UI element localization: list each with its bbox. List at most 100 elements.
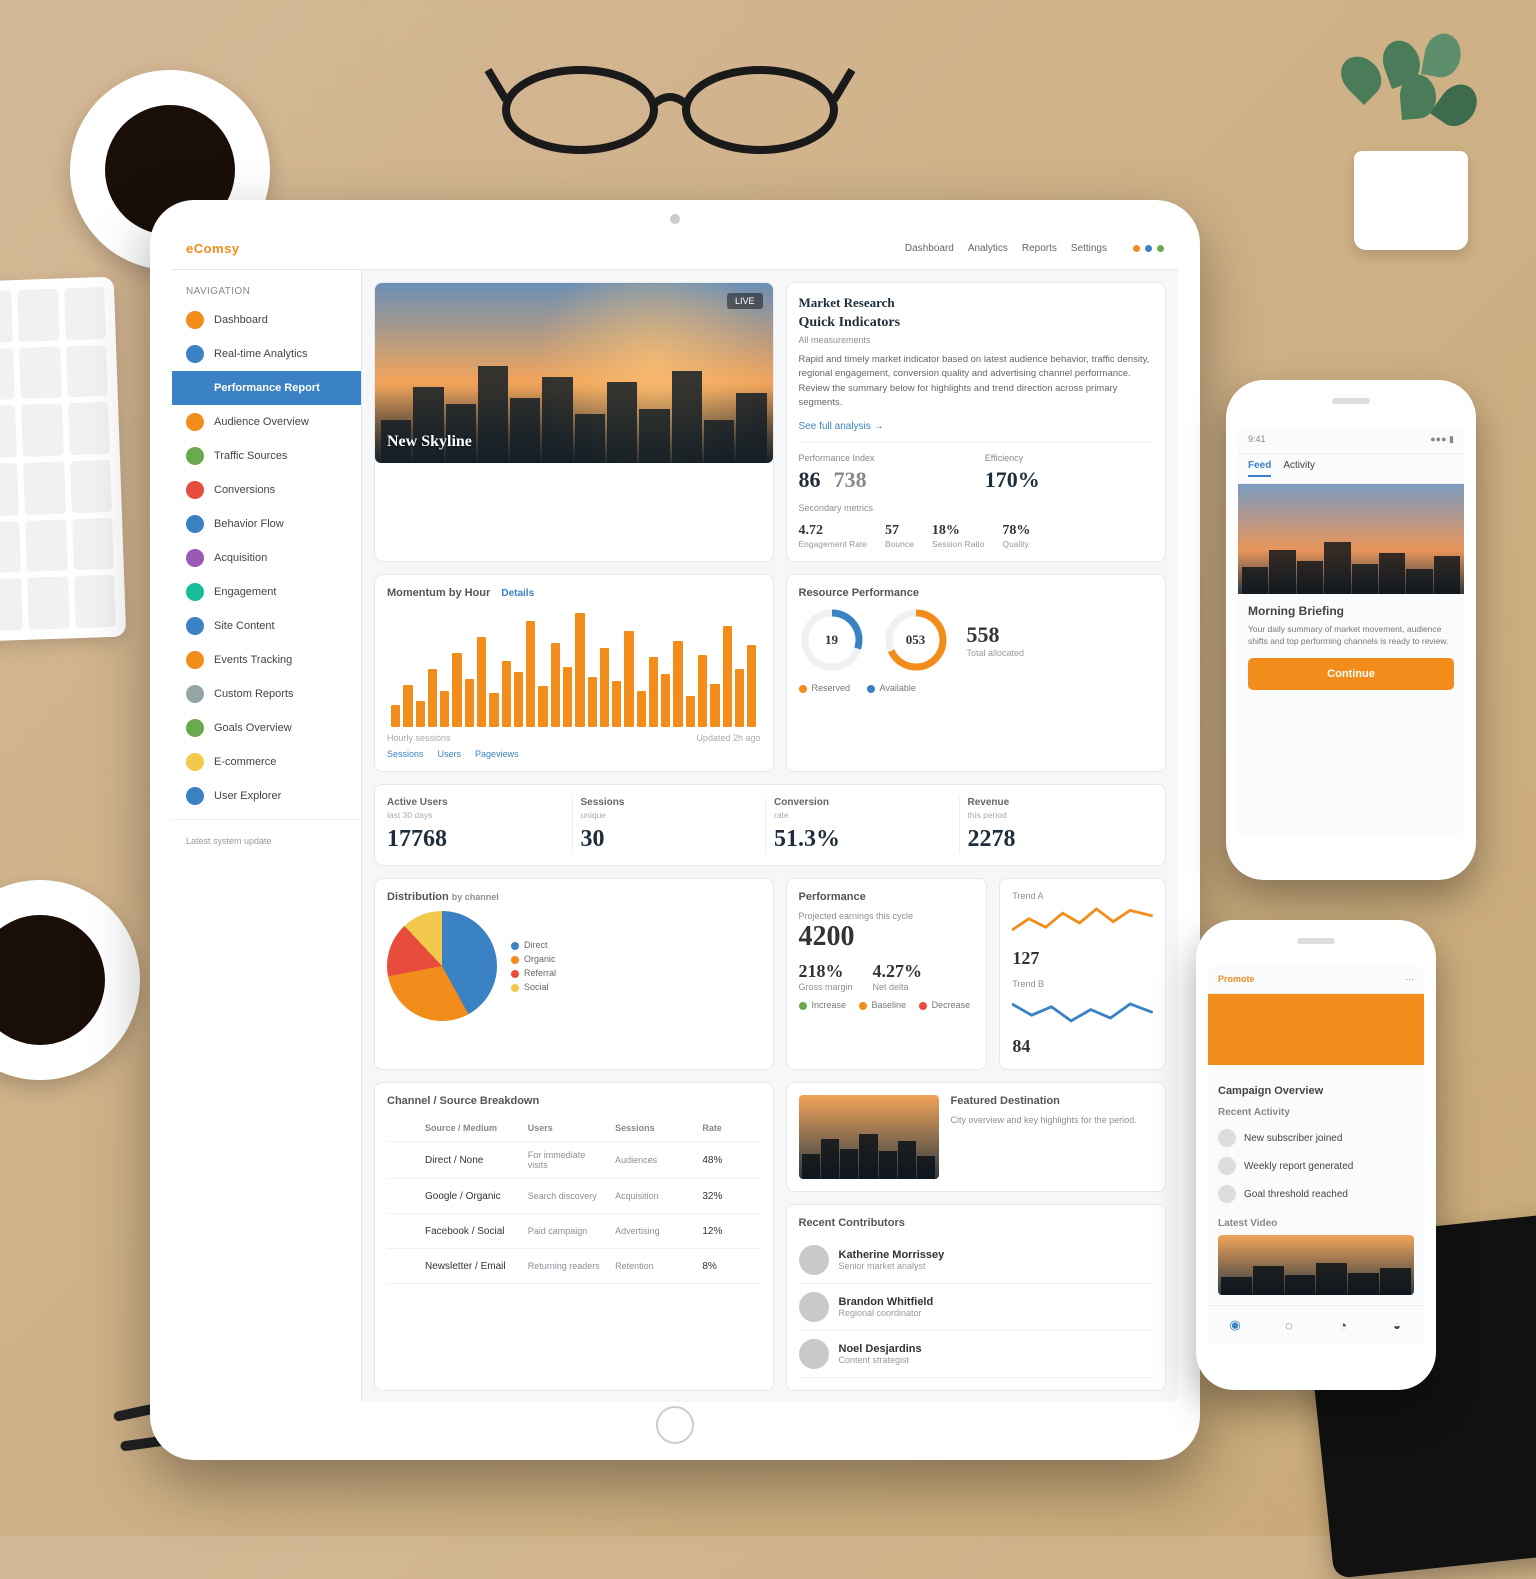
feature-subtitle: Quick Indicators xyxy=(799,315,1154,331)
table-row[interactable]: Newsletter / EmailReturning readersReten… xyxy=(387,1249,761,1284)
table-row[interactable]: Facebook / SocialPaid campaignAdvertisin… xyxy=(387,1214,761,1249)
feature-link[interactable]: See full analysis → xyxy=(799,421,884,432)
sidebar-item[interactable]: Conversions xyxy=(172,473,361,507)
chart-title: Momentum by Hour xyxy=(387,587,490,599)
phone-device-2: Promote⋯ Campaign Overview Recent Activi… xyxy=(1196,920,1436,1390)
list-item[interactable]: Weekly report generated xyxy=(1218,1152,1414,1180)
brand-logo[interactable]: eComsy xyxy=(186,241,240,256)
feature-card: Market Research Quick Indicators All mea… xyxy=(786,282,1167,562)
bullet-icon xyxy=(1218,1185,1236,1203)
sidebar-item[interactable]: Real-time Analytics xyxy=(172,337,361,371)
phone-bottom-nav: ◉ ◌ ◔ ◒ xyxy=(1208,1305,1424,1344)
sidebar-item[interactable]: Traffic Sources xyxy=(172,439,361,473)
phone-desc: Your daily summary of market movement, a… xyxy=(1248,624,1454,648)
sidebar: Navigation DashboardReal-time AnalyticsP… xyxy=(172,270,362,1402)
phone-status-bar: 9:41●●● ▮ xyxy=(1238,426,1464,454)
sidebar-item[interactable]: Audience Overview xyxy=(172,405,361,439)
sidebar-item-label: Engagement xyxy=(214,586,276,598)
stat-block: Revenuethis period2278 xyxy=(968,797,1154,853)
sidebar-item[interactable]: Goals Overview xyxy=(172,711,361,745)
sidebar-item-icon xyxy=(186,787,204,805)
stat-block: Active Userslast 30 days17768 xyxy=(387,797,573,853)
table-card: Channel / Source Breakdown Source / Medi… xyxy=(374,1082,774,1391)
feature-desc: Rapid and timely market indicator based … xyxy=(799,353,1154,410)
phone-video-thumb[interactable] xyxy=(1218,1235,1414,1295)
phone-cta-button[interactable]: Continue xyxy=(1248,658,1454,690)
pie-chart xyxy=(387,911,497,1021)
sidebar-item-label: E-commerce xyxy=(214,756,276,768)
sidebar-item[interactable]: Dashboard xyxy=(172,303,361,337)
mini-metric: 18%Session Ratio xyxy=(932,523,984,549)
table-row[interactable]: Direct / NoneFor immediate visitsAudienc… xyxy=(387,1142,761,1179)
phone-tabs: Feed Activity xyxy=(1238,454,1464,484)
person-row[interactable]: Katherine MorrisseySenior market analyst xyxy=(799,1237,1154,1284)
sidebar-item[interactable]: Events Tracking xyxy=(172,643,361,677)
legend-item: Direct xyxy=(511,940,556,950)
phone-hero-image xyxy=(1238,484,1464,594)
phone-device-1: 9:41●●● ▮ Feed Activity Morning Briefing… xyxy=(1226,380,1476,880)
phone-tab[interactable]: Activity xyxy=(1283,460,1315,477)
summary-card: Performance Projected earnings this cycl… xyxy=(786,878,988,1070)
sidebar-item-label: Behavior Flow xyxy=(214,518,284,530)
sidebar-item-icon xyxy=(186,753,204,771)
sidebar-item[interactable]: Behavior Flow xyxy=(172,507,361,541)
sidebar-item[interactable]: Acquisition xyxy=(172,541,361,575)
sidebar-item-label: Custom Reports xyxy=(214,688,293,700)
sidebar-item-label: Events Tracking xyxy=(214,654,292,666)
bullet-icon xyxy=(1218,1129,1236,1147)
search-icon[interactable]: ◌ xyxy=(1278,1314,1300,1336)
sidebar-item-icon xyxy=(186,447,204,465)
sidebar-item-label: Real-time Analytics xyxy=(214,348,308,360)
sidebar-item-icon xyxy=(186,617,204,635)
mini-metric: 78%Quality xyxy=(1002,523,1030,549)
feature-title: Market Research xyxy=(799,295,1154,311)
chart-tab[interactable]: Users xyxy=(438,749,462,759)
person-row[interactable]: Brandon WhitfieldRegional coordinator xyxy=(799,1284,1154,1331)
sidebar-item-label: Site Content xyxy=(214,620,275,632)
sidebar-item-icon xyxy=(186,311,204,329)
sidebar-item-label: User Explorer xyxy=(214,790,281,802)
row-icon xyxy=(391,1222,409,1240)
sidebar-item-label: Audience Overview xyxy=(214,416,309,428)
sidebar-item[interactable]: E-commerce xyxy=(172,745,361,779)
legend-item: Social xyxy=(511,982,556,992)
phone-tab[interactable]: Feed xyxy=(1248,460,1271,477)
stat-block: Sessionsunique30 xyxy=(581,797,767,853)
nav-link[interactable]: Analytics xyxy=(968,243,1008,254)
list-item[interactable]: Goal threshold reached xyxy=(1218,1180,1414,1208)
sidebar-item-icon xyxy=(186,685,204,703)
chart-link[interactable]: Details xyxy=(501,588,534,599)
sidebar-item[interactable]: Custom Reports xyxy=(172,677,361,711)
sidebar-item[interactable]: Performance Report xyxy=(172,371,361,405)
avatar xyxy=(799,1245,829,1275)
hero-card[interactable]: LIVE New Skyline xyxy=(374,282,774,562)
keyboard xyxy=(0,277,126,644)
table-row[interactable]: Google / OrganicSearch discoveryAcquisit… xyxy=(387,1179,761,1214)
stats-row: Active Userslast 30 days17768Sessionsuni… xyxy=(374,784,1166,866)
thumb-card[interactable]: Featured Destination City overview and k… xyxy=(786,1082,1167,1192)
sidebar-item-label: Traffic Sources xyxy=(214,450,287,462)
sidebar-item-label: Conversions xyxy=(214,484,275,496)
list-item[interactable]: New subscriber joined xyxy=(1218,1124,1414,1152)
home-icon[interactable]: ◉ xyxy=(1224,1314,1246,1336)
sidebar-item[interactable]: Site Content xyxy=(172,609,361,643)
nav-link[interactable]: Reports xyxy=(1022,243,1057,254)
sidebar-item[interactable]: User Explorer xyxy=(172,779,361,813)
nav-link[interactable]: Settings xyxy=(1071,243,1107,254)
sidebar-item-icon xyxy=(186,413,204,431)
nav-link[interactable]: Dashboard xyxy=(905,243,954,254)
bar-chart-card: Momentum by Hour Details Hourly sessions… xyxy=(374,574,774,772)
chart-tab[interactable]: Pageviews xyxy=(475,749,519,759)
chart-tab[interactable]: Sessions xyxy=(387,749,424,759)
user-icon[interactable]: ◒ xyxy=(1386,1314,1408,1336)
pie-card: Distribution by channel DirectOrganicRef… xyxy=(374,878,774,1070)
row-icon xyxy=(391,1151,409,1169)
eyeglasses xyxy=(480,40,860,160)
phone-hero-block xyxy=(1208,994,1424,1065)
bell-icon[interactable]: ◔ xyxy=(1332,1314,1354,1336)
plant xyxy=(1316,30,1506,250)
sidebar-item[interactable]: Engagement xyxy=(172,575,361,609)
sidebar-item-label: Acquisition xyxy=(214,552,267,564)
person-row[interactable]: Noel DesjardinsContent strategist xyxy=(799,1331,1154,1378)
sidebar-item-label: Goals Overview xyxy=(214,722,292,734)
